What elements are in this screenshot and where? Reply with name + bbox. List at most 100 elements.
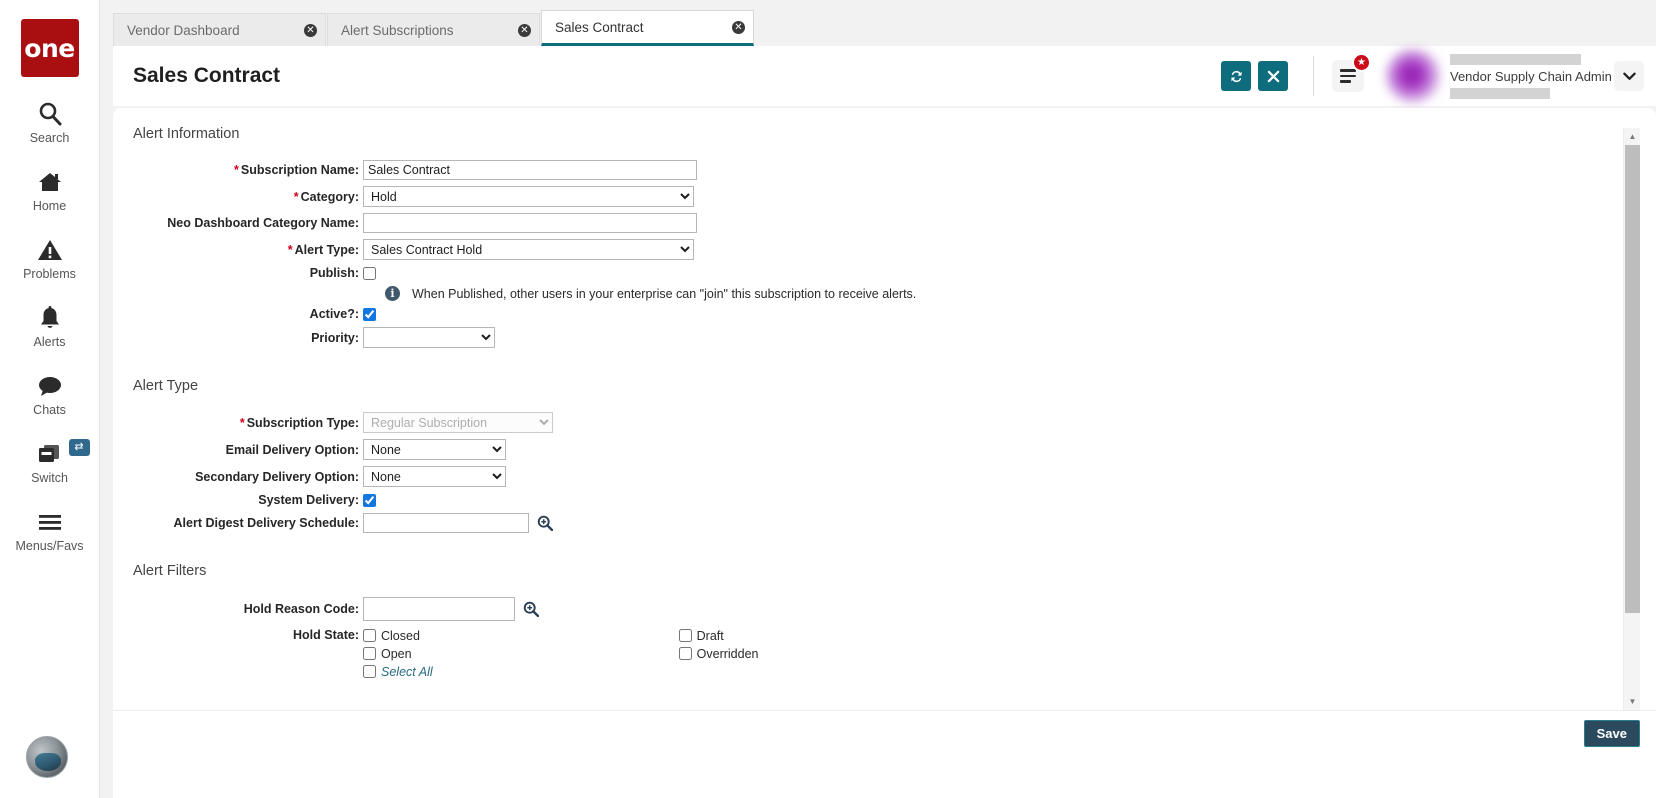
chevron-down-icon bbox=[1622, 72, 1636, 80]
hold-state-checkbox-grid: Closed Open Select All Draft Overridden bbox=[363, 627, 759, 681]
section-title-alert-type: Alert Type bbox=[133, 378, 199, 394]
hold-state-draft-label: Draft bbox=[696, 628, 724, 643]
label-priority: Priority: bbox=[311, 330, 359, 345]
field-row-hold-reason-code: Hold Reason Code: bbox=[133, 597, 1621, 621]
rail-label-chats: Chats bbox=[33, 403, 66, 417]
rail-label-problems: Problems bbox=[23, 267, 76, 281]
label-hold-state: Hold State: bbox=[293, 628, 359, 642]
switch-badge-icon[interactable]: ⇄ bbox=[68, 439, 90, 456]
neo-dashboard-category-name-input[interactable] bbox=[363, 213, 697, 233]
checkbox-row-open: Open bbox=[363, 645, 433, 662]
user-avatar-rail[interactable] bbox=[26, 736, 68, 778]
rail-item-menus-favs[interactable]: Menus/Favs bbox=[0, 507, 100, 553]
bell-icon bbox=[37, 303, 63, 333]
notification-star-badge[interactable]: ★ bbox=[1352, 53, 1371, 72]
refresh-button[interactable] bbox=[1221, 61, 1251, 91]
hold-state-column-one: Closed Open Select All bbox=[363, 627, 433, 681]
menu-button[interactable]: ★ bbox=[1332, 53, 1371, 92]
email-delivery-option-select[interactable]: None bbox=[363, 439, 506, 460]
scroll-down-arrow-icon[interactable]: ▼ bbox=[1624, 693, 1641, 710]
hold-state-open-checkbox[interactable] bbox=[363, 647, 376, 660]
alert-type-select[interactable]: Sales Contract Hold bbox=[363, 239, 694, 260]
page-header: Sales Contract ★ Vendor Supply Chain Adm… bbox=[113, 46, 1656, 106]
label-category: * Category: bbox=[293, 189, 359, 204]
user-avatar[interactable] bbox=[1386, 49, 1440, 103]
label-neo-dashboard-category-name: Neo Dashboard Category Name: bbox=[167, 216, 359, 230]
close-icon[interactable]: ✕ bbox=[518, 23, 531, 37]
close-icon[interactable]: ✕ bbox=[304, 23, 317, 37]
field-row-publish: Publish: bbox=[133, 266, 1621, 280]
hold-state-overridden-checkbox[interactable] bbox=[678, 647, 692, 660]
tab-label: Sales Contract bbox=[555, 19, 644, 35]
label-active: Active?: bbox=[309, 307, 359, 321]
required-marker: * bbox=[293, 189, 299, 204]
rail-item-search[interactable]: Search bbox=[0, 99, 100, 145]
system-delivery-checkbox[interactable] bbox=[363, 493, 376, 507]
hold-state-select-all-label[interactable]: Select All bbox=[381, 665, 433, 679]
tab-label: Vendor Dashboard bbox=[127, 22, 240, 38]
tab-sales-contract[interactable]: Sales Contract ✕ bbox=[541, 10, 754, 46]
scrollbar-thumb[interactable] bbox=[1625, 145, 1640, 613]
active-checkbox[interactable] bbox=[363, 307, 376, 321]
magnifier-picker-icon[interactable] bbox=[523, 601, 539, 617]
section-title-alert-information: Alert Information bbox=[133, 126, 240, 142]
field-row-subscription-name: * Subscription Name: bbox=[133, 160, 1621, 180]
close-page-button[interactable] bbox=[1258, 61, 1288, 91]
left-navigation-rail: one Search Home Problems Alerts Chats ⇄ … bbox=[0, 0, 100, 798]
user-info-block: Vendor Supply Chain Admin bbox=[1450, 49, 1612, 103]
rail-item-problems[interactable]: Problems bbox=[0, 235, 100, 281]
save-button[interactable]: Save bbox=[1583, 719, 1640, 747]
close-icon bbox=[1267, 70, 1279, 82]
hold-state-closed-checkbox[interactable] bbox=[363, 629, 376, 642]
tab-alert-subscriptions[interactable]: Alert Subscriptions ✕ bbox=[327, 13, 540, 46]
subscription-name-input[interactable] bbox=[363, 160, 697, 180]
label-hold-reason-code: Hold Reason Code: bbox=[243, 602, 359, 616]
alert-subscription-form: Alert Information *Subscription Name: *C… bbox=[113, 126, 1621, 710]
alert-digest-delivery-schedule-input[interactable] bbox=[363, 513, 529, 533]
field-row-secondary-delivery-option: Secondary Delivery Option: None bbox=[133, 466, 1621, 487]
label-secondary-delivery-option: Secondary Delivery Option: bbox=[195, 469, 359, 484]
close-icon[interactable]: ✕ bbox=[732, 20, 745, 34]
page-title: Sales Contract bbox=[133, 64, 281, 87]
warning-triangle-icon bbox=[36, 235, 64, 265]
redacted-user-org bbox=[1450, 87, 1550, 99]
field-row-category: * Category: Hold bbox=[133, 186, 1621, 207]
hold-state-column-two: Draft Overridden bbox=[678, 627, 759, 681]
rail-item-alerts[interactable]: Alerts bbox=[0, 303, 100, 349]
rail-label-alerts: Alerts bbox=[33, 335, 66, 349]
publish-checkbox[interactable] bbox=[363, 266, 376, 280]
tab-label: Alert Subscriptions bbox=[341, 22, 454, 38]
field-row-neo-dashboard-category-name: Neo Dashboard Category Name: bbox=[133, 213, 1621, 233]
required-marker: * bbox=[234, 163, 239, 177]
form-vertical-scrollbar[interactable]: ▲ ▼ bbox=[1623, 128, 1640, 710]
rail-item-switch[interactable]: ⇄ Switch bbox=[0, 439, 100, 485]
hold-reason-code-input[interactable] bbox=[363, 597, 515, 621]
category-select[interactable]: Hold bbox=[363, 186, 694, 207]
field-row-alert-type: * Alert Type: Sales Contract Hold bbox=[133, 239, 1621, 260]
required-marker: * bbox=[239, 415, 245, 430]
hamburger-icon bbox=[1340, 68, 1356, 85]
user-role-label: Vendor Supply Chain Admin bbox=[1450, 68, 1612, 84]
home-icon bbox=[36, 167, 64, 197]
checkbox-row-select-all: Select All bbox=[363, 663, 433, 680]
tab-strip: Vendor Dashboard ✕ Alert Subscriptions ✕… bbox=[100, 0, 1656, 46]
rail-item-home[interactable]: Home bbox=[0, 167, 100, 213]
hold-state-draft-checkbox[interactable] bbox=[678, 629, 692, 642]
rail-item-chats[interactable]: Chats bbox=[0, 371, 100, 417]
rail-label-switch: Switch bbox=[31, 471, 68, 485]
priority-select[interactable] bbox=[363, 327, 495, 348]
tab-vendor-dashboard[interactable]: Vendor Dashboard ✕ bbox=[113, 13, 326, 46]
hold-state-select-all-checkbox[interactable] bbox=[363, 665, 376, 678]
label-subscription-name: * Subscription Name: bbox=[234, 163, 359, 177]
label-email-delivery-option: Email Delivery Option: bbox=[225, 442, 359, 457]
label-system-delivery: System Delivery: bbox=[258, 493, 359, 507]
redacted-user-name bbox=[1450, 53, 1581, 65]
scroll-up-arrow-icon[interactable]: ▲ bbox=[1624, 128, 1641, 145]
user-menu-dropdown-button[interactable] bbox=[1614, 61, 1644, 91]
magnifier-picker-icon[interactable] bbox=[537, 515, 553, 531]
brand-logo[interactable]: one bbox=[20, 19, 79, 77]
subscription-type-select[interactable]: Regular Subscription bbox=[363, 412, 553, 433]
secondary-delivery-option-select[interactable]: None bbox=[363, 466, 506, 487]
field-row-subscription-type: * Subscription Type: Regular Subscription bbox=[133, 412, 1621, 433]
checkbox-row-closed: Closed bbox=[363, 627, 433, 644]
